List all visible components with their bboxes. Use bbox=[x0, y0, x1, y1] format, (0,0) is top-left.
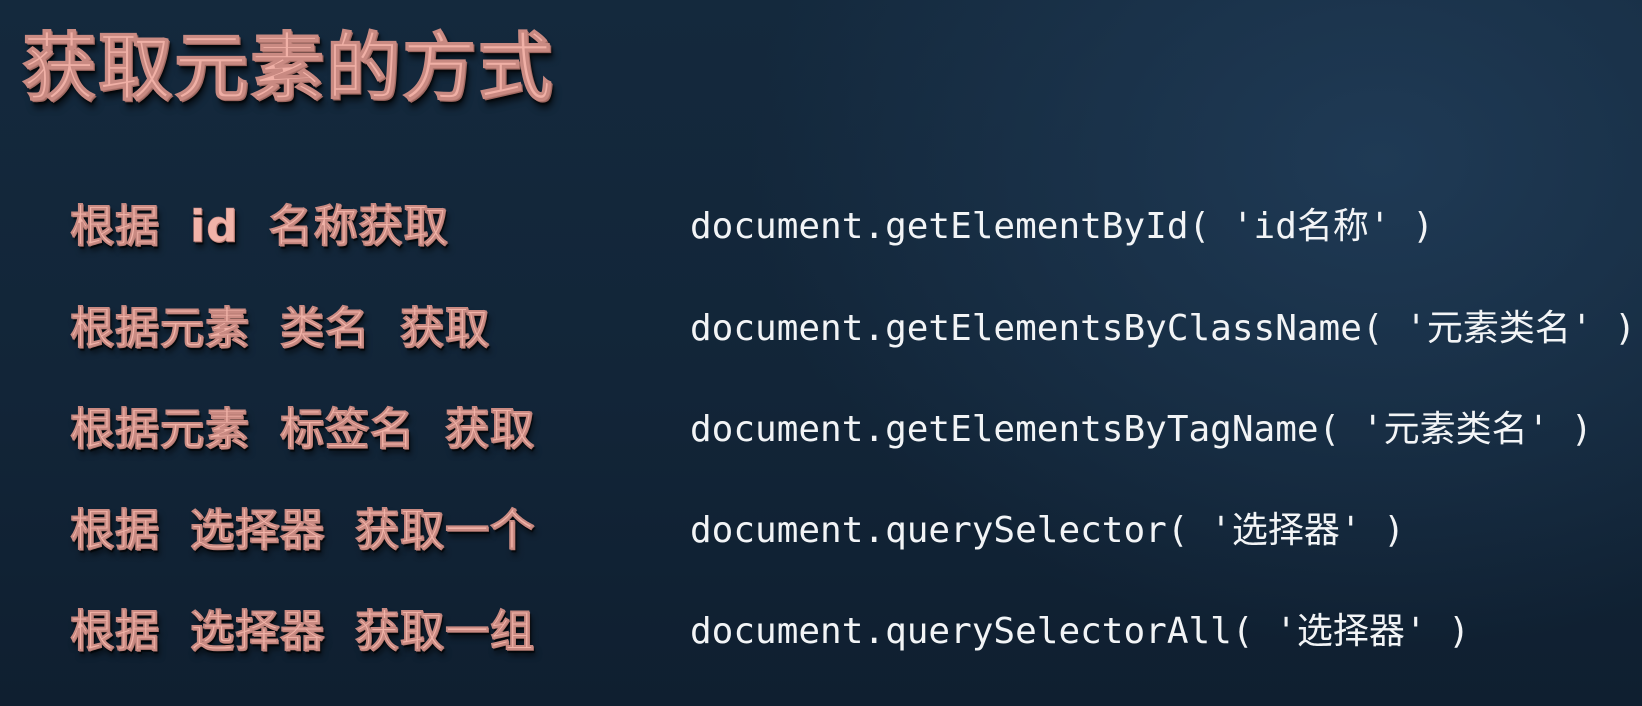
method-row-by-tag-name: 根据元素 标签名 获取 document.getElementsByTagNam… bbox=[0, 380, 1642, 480]
method-description: 根据 id 名称获取 bbox=[70, 177, 449, 277]
label-part: 选择器 bbox=[190, 505, 325, 557]
label-part: id bbox=[190, 201, 239, 253]
method-description: 根据 选择器 获取一个 bbox=[70, 481, 535, 581]
method-list: 根据 id 名称获取 document.getElementById( 'id名… bbox=[0, 0, 1642, 706]
label-part: 根据元素 bbox=[70, 303, 250, 355]
label-part: 名称获取 bbox=[268, 201, 449, 253]
method-code: document.getElementById( 'id名称' ) bbox=[690, 206, 1434, 247]
method-code: document.querySelector( '选择器' ) bbox=[690, 510, 1405, 551]
label-part: 获取一个 bbox=[355, 505, 535, 557]
label-part: 标签名 bbox=[280, 404, 415, 456]
label-part: 选择器 bbox=[190, 606, 325, 658]
method-code: document.getElementsByClassName( '元素类名' … bbox=[690, 308, 1636, 349]
method-description: 根据元素 标签名 获取 bbox=[70, 380, 535, 480]
method-description: 根据 选择器 获取一组 bbox=[70, 582, 535, 682]
method-row-by-id: 根据 id 名称获取 document.getElementById( 'id名… bbox=[0, 177, 1642, 277]
method-code: document.querySelectorAll( '选择器' ) bbox=[690, 611, 1470, 652]
method-row-query-selector: 根据 选择器 获取一个 document.querySelector( '选择器… bbox=[0, 481, 1642, 581]
label-part: 类名 bbox=[280, 303, 370, 355]
label-part: 根据 bbox=[70, 606, 160, 658]
label-part: 获取 bbox=[400, 303, 490, 355]
method-row-by-class-name: 根据元素 类名 获取 document.getElementsByClassNa… bbox=[0, 279, 1642, 379]
label-part: 获取一组 bbox=[355, 606, 535, 658]
slide: 获取元素的方式 根据 id 名称获取 document.getElementBy… bbox=[0, 0, 1642, 706]
label-part: 获取 bbox=[445, 404, 535, 456]
label-part: 根据 bbox=[70, 505, 160, 557]
method-code: document.getElementsByTagName( '元素类名' ) bbox=[690, 409, 1593, 450]
label-part: 根据元素 bbox=[70, 404, 250, 456]
label-part: 根据 bbox=[70, 201, 160, 253]
method-description: 根据元素 类名 获取 bbox=[70, 279, 490, 379]
method-row-query-selector-all: 根据 选择器 获取一组 document.querySelectorAll( '… bbox=[0, 582, 1642, 682]
